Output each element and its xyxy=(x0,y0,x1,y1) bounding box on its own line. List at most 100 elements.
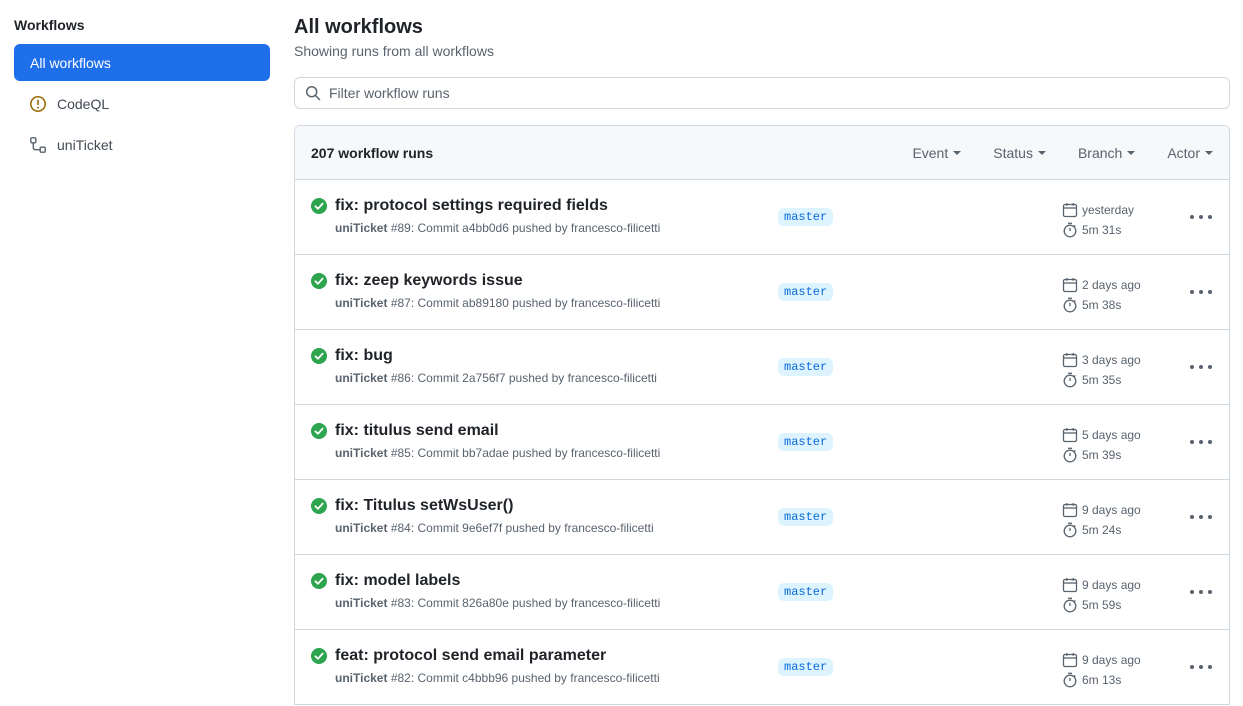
kebab-dot xyxy=(1199,590,1203,594)
kebab-dot xyxy=(1208,665,1212,669)
run-title-link[interactable]: fix: zeep keywords issue xyxy=(335,271,523,291)
run-options-menu-button[interactable] xyxy=(1190,357,1212,377)
calendar-icon xyxy=(1062,203,1078,218)
event-filter-label: Event xyxy=(912,144,949,161)
kebab-dot xyxy=(1190,365,1194,369)
run-detail: #86: Commit 2a756f7 pushed by francesco-… xyxy=(390,371,657,385)
branch-label[interactable]: master xyxy=(778,208,834,226)
check-circle-icon xyxy=(311,348,327,364)
branch-label[interactable]: master xyxy=(778,283,834,301)
run-duration-text: 5m 39s xyxy=(1082,448,1122,462)
run-date: 9 days ago xyxy=(1062,650,1141,670)
run-detail: #82: Commit c4bbb96 pushed by francesco-… xyxy=(390,671,660,685)
sidebar-item-uniticket[interactable]: uniTicket xyxy=(14,126,270,163)
run-date-text: 2 days ago xyxy=(1082,278,1141,292)
run-timing: 9 days ago 5m 24s xyxy=(1062,500,1141,540)
run-duration: 5m 39s xyxy=(1062,445,1141,465)
run-options-menu-button[interactable] xyxy=(1190,582,1212,602)
workflow-run-row: fix: Titulus setWsUser() uniTicket #84: … xyxy=(295,480,1229,555)
kebab-dot xyxy=(1199,215,1203,219)
kebab-dot xyxy=(1190,515,1194,519)
stopwatch-icon xyxy=(1063,522,1077,538)
run-duration-text: 5m 59s xyxy=(1082,598,1122,612)
kebab-dot xyxy=(1208,590,1212,594)
run-meta: uniTicket #85: Commit bb7adae pushed by … xyxy=(335,446,660,461)
workflow-run-row: fix: protocol settings required fields u… xyxy=(295,180,1229,255)
run-title-link[interactable]: fix: titulus send email xyxy=(335,421,499,441)
calendar-icon xyxy=(1062,578,1078,593)
actor-filter-label: Actor xyxy=(1167,144,1200,161)
kebab-dot xyxy=(1190,440,1194,444)
workflow-run-row: fix: bug uniTicket #86: Commit 2a756f7 p… xyxy=(295,330,1229,405)
branch-label[interactable]: master xyxy=(778,658,834,676)
sidebar-item-codeql[interactable]: CodeQL xyxy=(14,85,270,122)
actor-filter-dropdown[interactable]: Actor xyxy=(1167,145,1213,161)
run-workflow-name: uniTicket xyxy=(335,371,388,385)
run-timing: 5 days ago 5m 39s xyxy=(1062,425,1141,465)
run-title-link[interactable]: fix: protocol settings required fields xyxy=(335,196,608,216)
run-duration-text: 6m 13s xyxy=(1082,673,1122,687)
run-date-text: 9 days ago xyxy=(1082,578,1141,592)
search-icon xyxy=(305,85,321,101)
branch-filter-dropdown[interactable]: Branch xyxy=(1078,145,1136,161)
run-duration-text: 5m 24s xyxy=(1082,523,1122,537)
branch-label[interactable]: master xyxy=(778,583,834,601)
calendar-icon xyxy=(1062,278,1078,293)
run-meta: uniTicket #89: Commit a4bb0d6 pushed by … xyxy=(335,221,660,236)
run-workflow-name: uniTicket xyxy=(335,296,388,310)
run-title-link[interactable]: fix: bug xyxy=(335,346,393,366)
run-date: 9 days ago xyxy=(1062,500,1141,520)
run-options-menu-button[interactable] xyxy=(1190,432,1212,452)
sidebar-item-label: CodeQL xyxy=(57,95,110,112)
stopwatch-icon xyxy=(1063,297,1077,313)
status-filter-label: Status xyxy=(993,144,1033,161)
calendar-icon xyxy=(1062,653,1078,668)
workflow-icon xyxy=(29,136,47,154)
run-duration-text: 5m 38s xyxy=(1082,298,1122,312)
workflow-run-row: fix: zeep keywords issue uniTicket #87: … xyxy=(295,255,1229,330)
run-date: yesterday xyxy=(1062,200,1134,220)
run-duration: 5m 31s xyxy=(1062,220,1134,240)
run-duration: 6m 13s xyxy=(1062,670,1141,690)
status-filter-dropdown[interactable]: Status xyxy=(993,145,1046,161)
run-duration: 5m 38s xyxy=(1062,295,1141,315)
branch-label[interactable]: master xyxy=(778,508,834,526)
run-options-menu-button[interactable] xyxy=(1190,207,1212,227)
run-date-text: 5 days ago xyxy=(1082,428,1141,442)
kebab-dot xyxy=(1208,215,1212,219)
sidebar-heading: Workflows xyxy=(14,17,85,33)
kebab-dot xyxy=(1199,440,1203,444)
kebab-dot xyxy=(1199,515,1203,519)
check-circle-icon xyxy=(311,273,327,289)
run-meta: uniTicket #83: Commit 826a80e pushed by … xyxy=(335,596,660,611)
calendar-icon xyxy=(1062,503,1078,518)
run-date: 3 days ago xyxy=(1062,350,1141,370)
run-date-text: 9 days ago xyxy=(1082,503,1141,517)
run-title-link[interactable]: feat: protocol send email parameter xyxy=(335,646,606,666)
run-date: 5 days ago xyxy=(1062,425,1141,445)
run-detail: #87: Commit ab89180 pushed by francesco-… xyxy=(390,296,661,310)
run-duration: 5m 35s xyxy=(1062,370,1141,390)
run-title-link[interactable]: fix: model labels xyxy=(335,571,460,591)
run-date-text: yesterday xyxy=(1082,203,1135,217)
run-workflow-name: uniTicket xyxy=(335,446,388,460)
event-filter-dropdown[interactable]: Event xyxy=(912,144,962,161)
check-circle-icon xyxy=(311,648,327,664)
kebab-dot xyxy=(1190,290,1194,294)
kebab-dot xyxy=(1190,215,1194,219)
filter-box xyxy=(294,77,1230,109)
alert-circle-icon xyxy=(29,95,47,113)
branch-label[interactable]: master xyxy=(778,433,834,451)
run-options-menu-button[interactable] xyxy=(1190,282,1212,302)
run-detail: #84: Commit 9e6ef7f pushed by francesco-… xyxy=(390,521,654,535)
run-title-link[interactable]: fix: Titulus setWsUser() xyxy=(335,496,513,516)
calendar-icon xyxy=(1062,428,1078,443)
sidebar-item-label: uniTicket xyxy=(57,136,113,153)
run-options-menu-button[interactable] xyxy=(1190,657,1212,677)
branch-label[interactable]: master xyxy=(778,358,834,376)
sidebar-item-all-workflows[interactable]: All workflows xyxy=(14,44,270,81)
run-options-menu-button[interactable] xyxy=(1190,507,1212,527)
filter-workflow-runs-input[interactable] xyxy=(329,85,1229,101)
run-timing: 9 days ago 5m 59s xyxy=(1062,575,1141,615)
run-timing: 3 days ago 5m 35s xyxy=(1062,350,1141,390)
